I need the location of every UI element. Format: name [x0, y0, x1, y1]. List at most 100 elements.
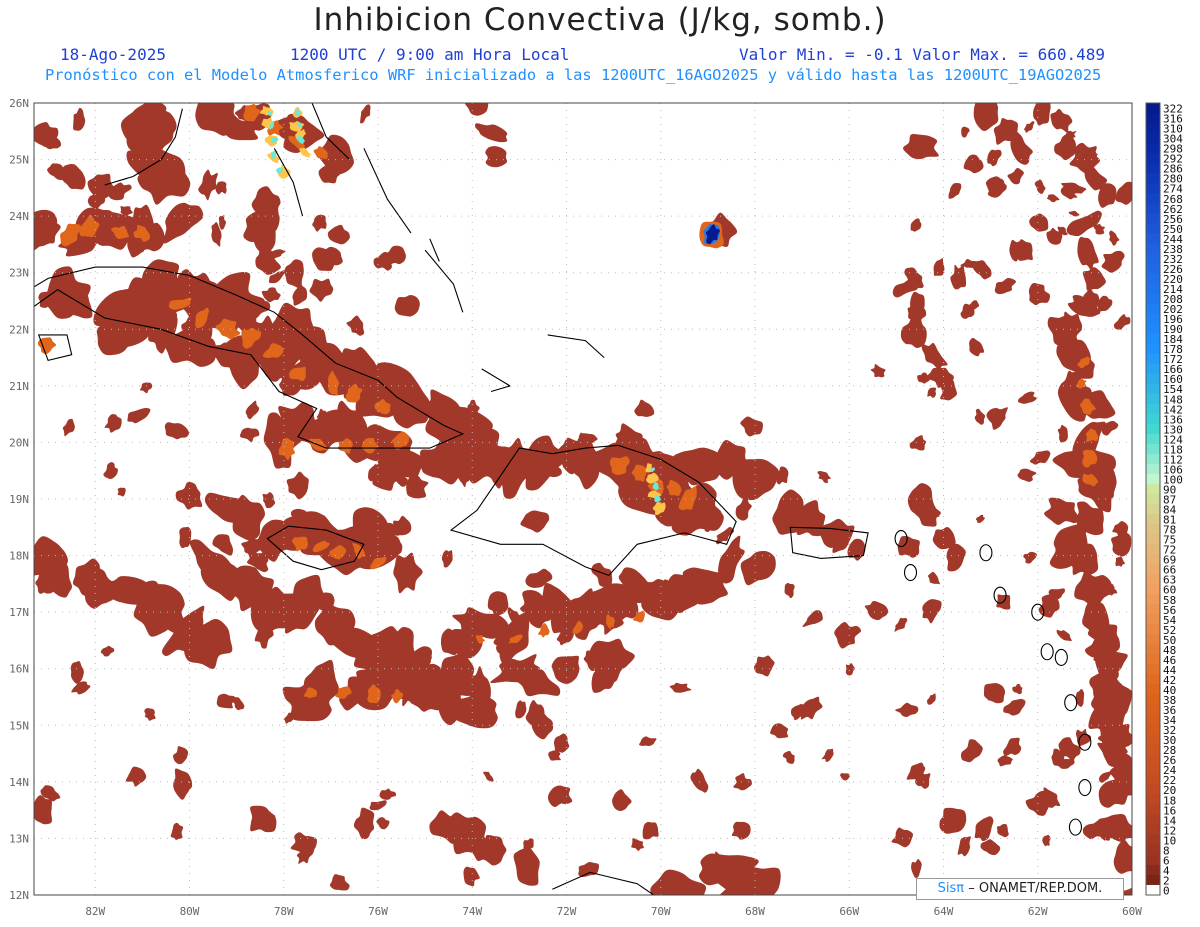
colorbar-swatch — [1146, 514, 1160, 525]
colorbar-swatch — [1146, 313, 1160, 325]
colorbar-swatch — [1146, 854, 1160, 866]
lat-label: 20N — [9, 436, 29, 449]
colorbar-swatch — [1146, 774, 1160, 786]
lon-label: 80W — [180, 905, 200, 918]
colorbar-swatch — [1146, 263, 1160, 274]
colorbar-swatch — [1146, 163, 1160, 174]
colorbar-swatch — [1146, 183, 1160, 194]
colorbar-swatch — [1146, 574, 1160, 585]
colorbar-swatch — [1146, 213, 1160, 224]
colorbar-swatch — [1146, 373, 1160, 385]
lon-label: 60W — [1122, 905, 1142, 918]
colorbar-swatch — [1146, 433, 1160, 445]
colorbar-swatch — [1146, 584, 1160, 595]
colorbar-swatch — [1146, 554, 1160, 565]
lat-label: 26N — [9, 97, 29, 110]
lon-label: 76W — [368, 905, 388, 918]
colorbar-swatch — [1146, 754, 1160, 766]
colorbar-swatch — [1146, 504, 1160, 515]
lon-label: 82W — [85, 905, 105, 918]
colorbar-swatch — [1146, 413, 1160, 425]
colorbar-swatch — [1146, 834, 1160, 846]
colorbar-label: 0 — [1163, 885, 1170, 898]
colorbar-swatch — [1146, 453, 1160, 465]
colorbar-swatch — [1146, 253, 1160, 264]
lat-label: 23N — [9, 267, 29, 280]
colorbar-swatch — [1146, 143, 1160, 154]
colorbar-swatch — [1146, 243, 1160, 254]
colorbar-swatch — [1146, 153, 1160, 164]
colorbar-swatch — [1146, 273, 1160, 284]
colorbar-swatch — [1146, 814, 1160, 826]
colorbar-swatch — [1146, 624, 1160, 635]
colorbar-swatch — [1146, 383, 1160, 395]
lon-label: 74W — [462, 905, 482, 918]
colorbar-swatch — [1146, 844, 1160, 856]
map-canvas: 82W 80W 78W 76W 74W 72W 70W 68W 66W 64W 62W 60W 26N 2… — [9, 97, 1183, 918]
sispi-logo-text: Sisπ — [937, 881, 965, 896]
colorbar-swatch — [1146, 654, 1160, 665]
cin-blob — [34, 795, 53, 825]
colorbar-swatch — [1146, 784, 1160, 796]
colorbar-swatch — [1146, 103, 1160, 114]
colorbar-swatch — [1146, 223, 1160, 234]
colorbar-swatch — [1146, 734, 1160, 746]
colorbar-swatch — [1146, 674, 1160, 685]
colorbar-swatch — [1146, 493, 1160, 505]
colorbar-swatch — [1146, 604, 1160, 615]
colorbar-swatch — [1146, 724, 1160, 736]
lon-label: 78W — [274, 905, 294, 918]
lat-label: 14N — [9, 776, 29, 789]
lat-label: 13N — [9, 832, 29, 845]
colorbar-swatch — [1146, 874, 1160, 886]
lat-label: 12N — [9, 889, 29, 902]
colorbar-swatch — [1146, 193, 1160, 204]
cin-blob — [548, 750, 561, 761]
colorbar-swatch — [1146, 393, 1160, 405]
colorbar-swatch — [1146, 293, 1160, 305]
colorbar-swatch — [1146, 323, 1160, 335]
lon-label: 64W — [934, 905, 954, 918]
colorbar-swatch — [1146, 704, 1160, 716]
colorbar-swatch — [1146, 443, 1160, 455]
colorbar-swatch — [1146, 884, 1160, 896]
colorbar-swatch — [1146, 203, 1160, 214]
colorbar-swatch — [1146, 303, 1160, 315]
colorbar-swatch — [1146, 113, 1160, 124]
colorbar-swatch — [1146, 343, 1160, 355]
lon-label: 66W — [839, 905, 859, 918]
lat-label: 15N — [9, 719, 29, 732]
colorbar-swatch — [1146, 794, 1160, 806]
colorbar-swatch — [1146, 363, 1160, 375]
colorbar-swatch — [1146, 684, 1160, 695]
lat-label: 24N — [9, 210, 29, 223]
lat-label: 22N — [9, 323, 29, 336]
lat-label: 19N — [9, 493, 29, 506]
lat-label: 16N — [9, 663, 29, 676]
colorbar-swatch — [1146, 694, 1160, 706]
lat-label: 21N — [9, 380, 29, 393]
lon-label: 68W — [745, 905, 765, 918]
credit-text: – ONAMET/REP.DOM. — [968, 881, 1103, 896]
colorbar-swatch — [1146, 594, 1160, 605]
lat-label: 17N — [9, 606, 29, 619]
colorbar-swatch — [1146, 534, 1160, 545]
colorbar-swatch — [1146, 483, 1160, 495]
colorbar-swatch — [1146, 353, 1160, 365]
colorbar-swatch — [1146, 333, 1160, 345]
colorbar-swatch — [1146, 423, 1160, 435]
cin-blob — [394, 295, 420, 317]
colorbar-swatch — [1146, 173, 1160, 184]
colorbar-swatch — [1146, 714, 1160, 726]
colorbar-swatch — [1146, 664, 1160, 675]
colorbar-swatch — [1146, 864, 1160, 876]
colorbar-swatch — [1146, 463, 1160, 475]
colorbar-swatch — [1146, 123, 1160, 134]
colorbar-swatch — [1146, 744, 1160, 756]
colorbar-swatch — [1146, 133, 1160, 144]
colorbar-swatch — [1146, 233, 1160, 244]
colorbar-swatch — [1146, 644, 1160, 655]
lon-label: 62W — [1028, 905, 1048, 918]
colorbar-swatch — [1146, 564, 1160, 575]
colorbar-swatch — [1146, 804, 1160, 816]
